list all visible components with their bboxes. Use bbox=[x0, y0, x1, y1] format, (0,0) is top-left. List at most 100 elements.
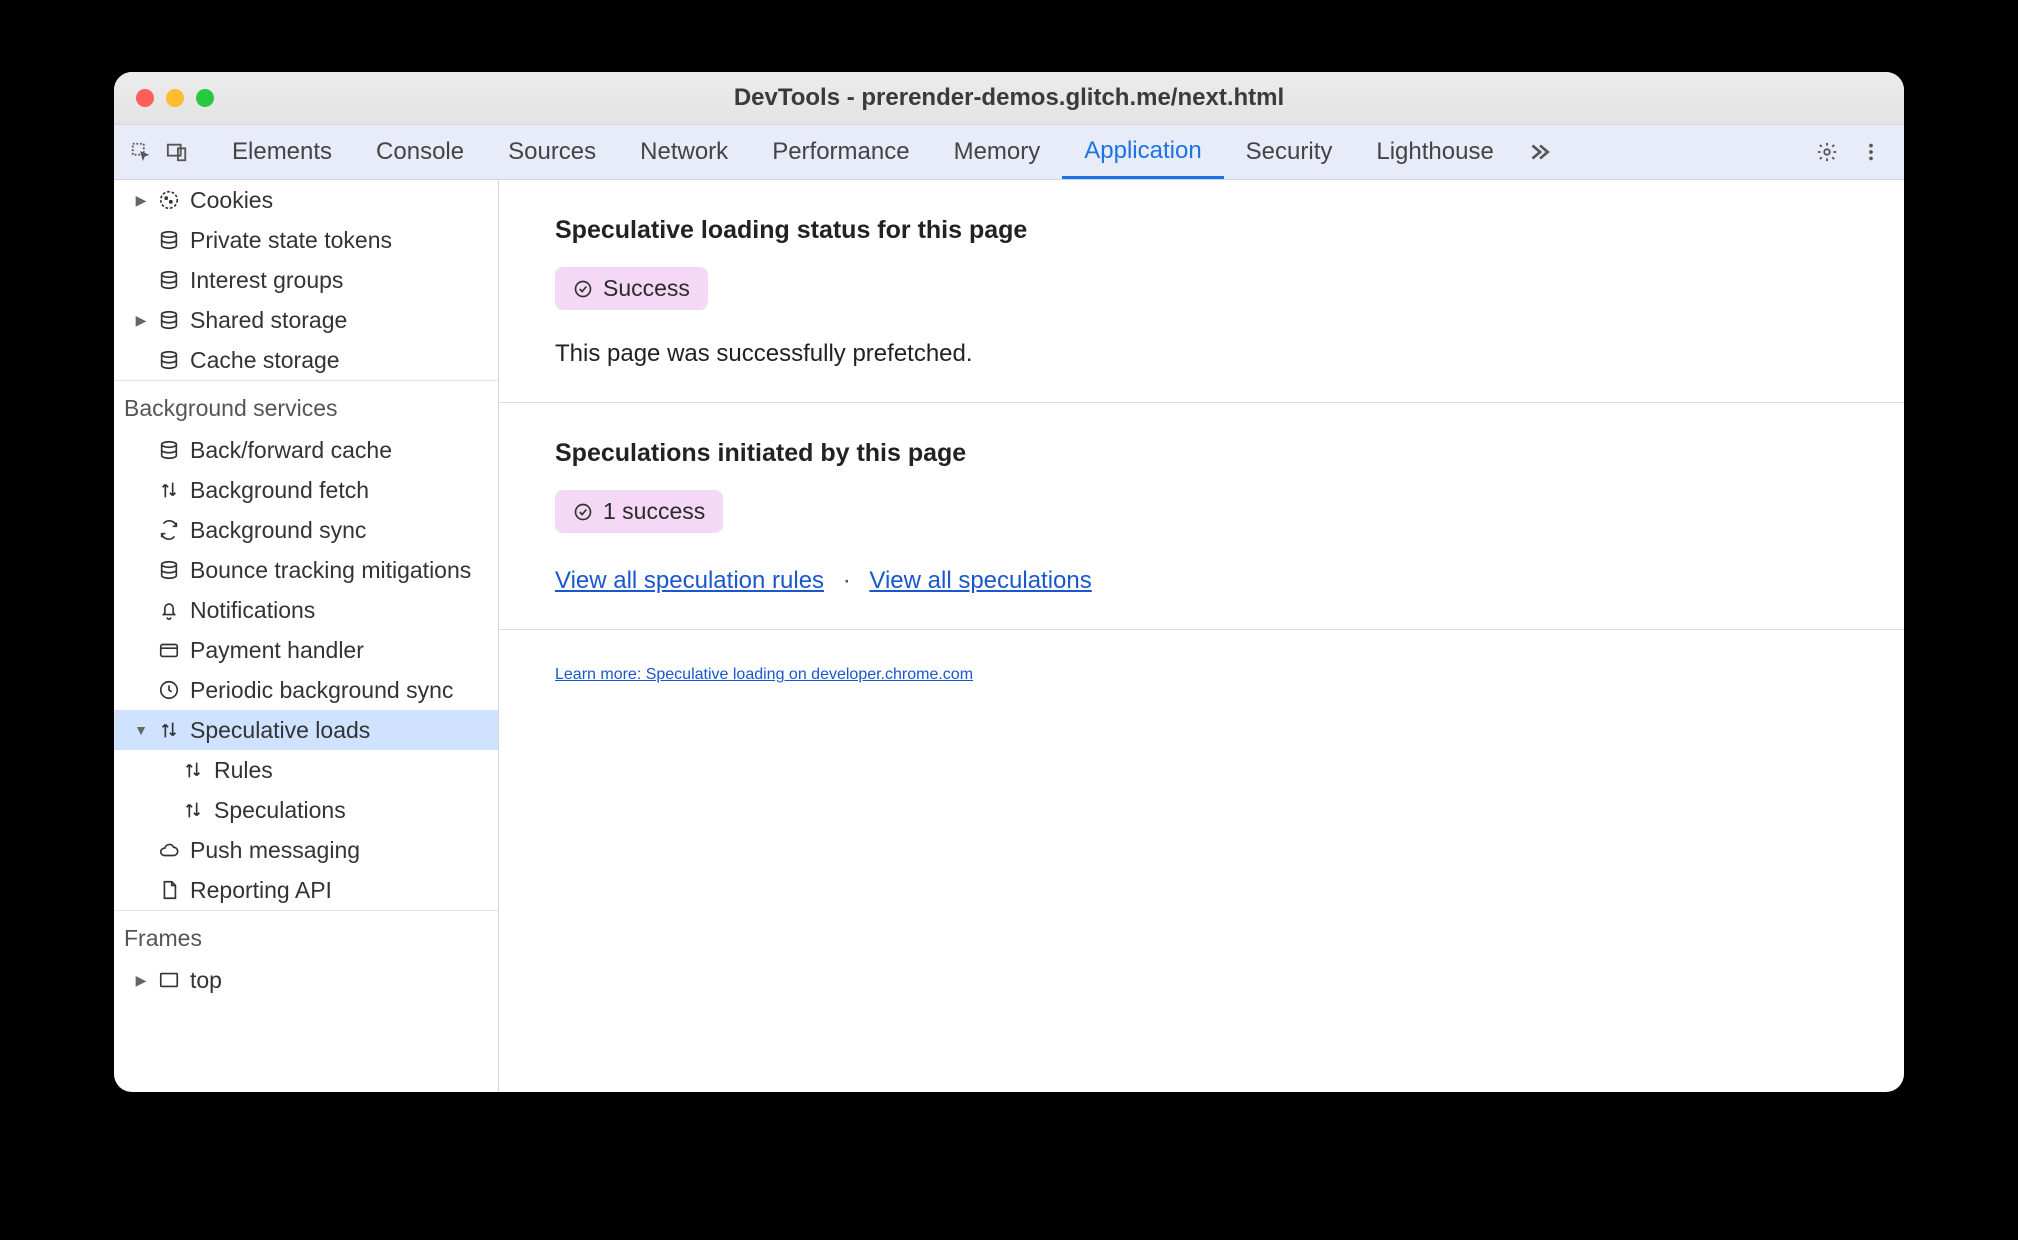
window-title: DevTools - prerender-demos.glitch.me/nex… bbox=[114, 84, 1904, 112]
database-icon bbox=[157, 269, 181, 291]
sidebar-item-cookies[interactable]: ▶ Cookies bbox=[114, 180, 498, 220]
settings-icon[interactable] bbox=[1816, 141, 1838, 163]
speculations-badge-label: 1 success bbox=[603, 498, 705, 525]
learn-more-section: Learn more: Speculative loading on devel… bbox=[499, 630, 1904, 720]
tab-lighthouse[interactable]: Lighthouse bbox=[1354, 125, 1515, 179]
sidebar-item-label: Bounce tracking mitigations bbox=[190, 557, 471, 584]
status-heading: Speculative loading status for this page bbox=[555, 216, 1848, 245]
sidebar-item-label: Speculative loads bbox=[190, 717, 370, 744]
sidebar-item-label: Push messaging bbox=[190, 837, 360, 864]
tab-label: Performance bbox=[772, 138, 909, 166]
check-circle-icon bbox=[573, 279, 593, 299]
tab-label: Network bbox=[640, 138, 728, 166]
sidebar-item-label: Notifications bbox=[190, 597, 315, 624]
sidebar-item-speculative-loads[interactable]: ▼ Speculative loads bbox=[114, 710, 498, 750]
database-icon bbox=[157, 309, 181, 331]
tab-sources[interactable]: Sources bbox=[486, 125, 618, 179]
database-icon bbox=[157, 229, 181, 251]
minimize-window-button[interactable] bbox=[166, 89, 184, 107]
tab-performance[interactable]: Performance bbox=[750, 125, 931, 179]
database-icon bbox=[157, 349, 181, 371]
view-all-speculations-link[interactable]: View all speculations bbox=[869, 567, 1091, 594]
speculations-badge: 1 success bbox=[555, 490, 723, 533]
sidebar-item-label: Private state tokens bbox=[190, 227, 392, 254]
sidebar-item-payment-handler[interactable]: Payment handler bbox=[114, 630, 498, 670]
tab-console[interactable]: Console bbox=[354, 125, 486, 179]
maximize-window-button[interactable] bbox=[196, 89, 214, 107]
expand-arrow-icon: ▶ bbox=[134, 192, 148, 209]
status-badge-label: Success bbox=[603, 275, 690, 302]
cloud-icon bbox=[157, 839, 181, 861]
tab-label: Application bbox=[1084, 137, 1201, 165]
more-tabs-button[interactable] bbox=[1516, 125, 1562, 179]
devtools-window: DevTools - prerender-demos.glitch.me/nex… bbox=[114, 72, 1904, 1092]
sidebar-item-label: Background fetch bbox=[190, 477, 369, 504]
devtools-tabbar: Elements Console Sources Network Perform… bbox=[114, 125, 1904, 180]
sidebar-item-label: Reporting API bbox=[190, 877, 332, 904]
tab-label: Lighthouse bbox=[1376, 138, 1493, 166]
frame-icon bbox=[157, 969, 181, 991]
device-toolbar-icon[interactable] bbox=[166, 141, 188, 163]
tab-label: Security bbox=[1246, 138, 1333, 166]
sidebar-section-header: Frames bbox=[114, 910, 498, 960]
sidebar-item-private-state-tokens[interactable]: Private state tokens bbox=[114, 220, 498, 260]
sidebar-section-header: Background services bbox=[114, 380, 498, 430]
view-all-speculation-rules-link[interactable]: View all speculation rules bbox=[555, 567, 824, 594]
status-badge: Success bbox=[555, 267, 708, 310]
sidebar-item-speculations[interactable]: Speculations bbox=[114, 790, 498, 830]
sidebar-item-label: Cookies bbox=[190, 187, 273, 214]
tab-label: Memory bbox=[954, 138, 1041, 166]
sidebar-item-background-fetch[interactable]: Background fetch bbox=[114, 470, 498, 510]
sidebar-item-label: Speculations bbox=[214, 797, 346, 824]
status-description: This page was successfully prefetched. bbox=[555, 340, 1848, 368]
inspect-element-icon[interactable] bbox=[130, 141, 152, 163]
sidebar-item-background-sync[interactable]: Background sync bbox=[114, 510, 498, 550]
tab-elements[interactable]: Elements bbox=[210, 125, 354, 179]
sidebar-item-label: Back/forward cache bbox=[190, 437, 392, 464]
sidebar-item-label: Rules bbox=[214, 757, 273, 784]
document-icon bbox=[157, 879, 181, 901]
sidebar-item-bounce-tracking[interactable]: Bounce tracking mitigations bbox=[114, 550, 498, 590]
sidebar-item-back-forward-cache[interactable]: Back/forward cache bbox=[114, 430, 498, 470]
check-circle-icon bbox=[573, 502, 593, 522]
panel-tabs: Elements Console Sources Network Perform… bbox=[210, 125, 1562, 179]
sidebar-item-cache-storage[interactable]: Cache storage bbox=[114, 340, 498, 380]
sidebar-item-periodic-background-sync[interactable]: Periodic background sync bbox=[114, 670, 498, 710]
tab-network[interactable]: Network bbox=[618, 125, 750, 179]
tab-label: Console bbox=[376, 138, 464, 166]
tab-application[interactable]: Application bbox=[1062, 125, 1223, 179]
sidebar-item-notifications[interactable]: Notifications bbox=[114, 590, 498, 630]
expand-arrow-icon: ▶ bbox=[134, 312, 148, 329]
collapse-arrow-icon: ▼ bbox=[134, 722, 148, 738]
tab-label: Sources bbox=[508, 138, 596, 166]
main-content: Speculative loading status for this page… bbox=[499, 180, 1904, 1092]
titlebar: DevTools - prerender-demos.glitch.me/nex… bbox=[114, 72, 1904, 125]
sidebar-item-rules[interactable]: Rules bbox=[114, 750, 498, 790]
learn-more-link[interactable]: Learn more: Speculative loading on devel… bbox=[555, 666, 973, 683]
close-window-button[interactable] bbox=[136, 89, 154, 107]
up-down-arrows-icon bbox=[157, 479, 181, 501]
expand-arrow-icon: ▶ bbox=[134, 972, 148, 989]
sidebar-item-top-frame[interactable]: ▶ top bbox=[114, 960, 498, 1000]
window-controls bbox=[136, 89, 214, 107]
sidebar-item-push-messaging[interactable]: Push messaging bbox=[114, 830, 498, 870]
tab-security[interactable]: Security bbox=[1224, 125, 1355, 179]
cookie-icon bbox=[157, 189, 181, 211]
kebab-menu-icon[interactable] bbox=[1860, 141, 1882, 163]
sidebar-item-label: Interest groups bbox=[190, 267, 343, 294]
sidebar-item-label: Background sync bbox=[190, 517, 366, 544]
sidebar-item-interest-groups[interactable]: Interest groups bbox=[114, 260, 498, 300]
application-sidebar: ▶ Cookies Private state tokens Interest … bbox=[114, 180, 499, 1092]
sync-icon bbox=[157, 519, 181, 541]
database-icon bbox=[157, 559, 181, 581]
up-down-arrows-icon bbox=[157, 719, 181, 741]
tab-label: Elements bbox=[232, 138, 332, 166]
tab-memory[interactable]: Memory bbox=[932, 125, 1063, 179]
sidebar-item-label: Payment handler bbox=[190, 637, 364, 664]
status-section: Speculative loading status for this page… bbox=[499, 180, 1904, 403]
credit-card-icon bbox=[157, 639, 181, 661]
link-separator: · bbox=[843, 567, 851, 594]
up-down-arrows-icon bbox=[181, 759, 205, 781]
sidebar-item-shared-storage[interactable]: ▶ Shared storage bbox=[114, 300, 498, 340]
sidebar-item-reporting-api[interactable]: Reporting API bbox=[114, 870, 498, 910]
